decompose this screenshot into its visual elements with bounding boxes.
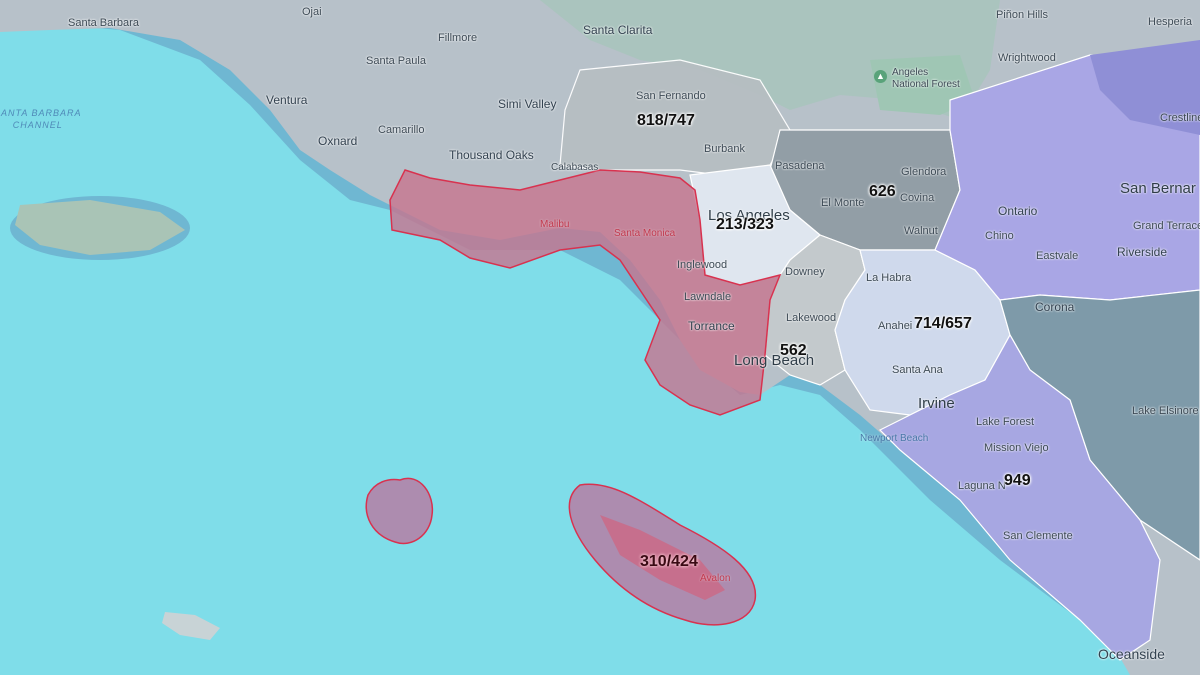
place-camarillo: Camarillo [378,124,425,136]
place-laguna-niguel: Laguna N [958,480,1006,492]
place-grand-terrace: Grand Terrace [1133,220,1200,232]
area-code-949[interactable]: 949 [1004,472,1031,490]
park-icon: ▲ [874,70,887,83]
place-covina: Covina [900,192,935,204]
area-code-626[interactable]: 626 [869,183,896,201]
place-thousand-oaks: Thousand Oaks [449,148,534,162]
place-san-bernardino: San Bernar [1120,180,1196,197]
place-santa-barbara: Santa Barbara [68,17,139,29]
place-torrance: Torrance [688,319,735,333]
map-svg [0,0,1200,675]
place-pinon-hills: Piñon Hills [996,9,1048,21]
place-lakewood: Lakewood [786,312,837,324]
place-santa-ana: Santa Ana [892,364,943,376]
area-code-714-657[interactable]: 714/657 [914,315,972,333]
place-mission-viejo: Mission Viejo [984,442,1049,454]
place-la-habra: La Habra [866,272,912,284]
place-corona: Corona [1035,300,1075,314]
place-lawndale: Lawndale [684,291,732,303]
place-downey: Downey [785,266,825,278]
place-burbank: Burbank [704,143,745,155]
place-santa-paula: Santa Paula [366,55,426,67]
place-santa-barbara-channel: SANTA BARBARA CHANNEL [0,108,82,130]
place-newport-beach: Newport Beach [860,433,929,444]
place-santa-clarita: Santa Clarita [583,23,653,37]
place-san-fernando: San Fernando [636,90,706,102]
place-irvine: Irvine [918,395,955,412]
place-oxnard: Oxnard [318,134,358,148]
place-wrightwood: Wrightwood [998,52,1056,64]
area-code-818-747[interactable]: 818/747 [637,112,695,130]
place-malibu: Malibu [540,219,570,230]
place-oceanside: Oceanside [1098,646,1165,662]
place-chino: Chino [985,230,1014,242]
place-santa-monica: Santa Monica [614,228,676,239]
place-angeles-nf: Angeles National Forest [892,67,960,90]
place-glendora: Glendora [901,166,947,178]
area-code-562[interactable]: 562 [780,342,807,360]
place-ventura: Ventura [266,93,308,107]
place-eastvale: Eastvale [1036,250,1079,262]
place-inglewood: Inglewood [677,259,728,271]
place-fillmore: Fillmore [438,32,478,44]
place-anaheim: Anahei [878,320,913,332]
place-walnut: Walnut [904,225,938,237]
place-ojai: Ojai [302,6,322,18]
place-el-monte: El Monte [821,197,865,209]
map-canvas[interactable]: Santa Barbara Ojai Piñon Hills Hesperia … [0,0,1200,675]
place-lake-forest: Lake Forest [976,416,1035,428]
place-avalon: Avalon [700,573,731,584]
area-code-310-424[interactable]: 310/424 [640,553,698,571]
place-riverside: Riverside [1117,245,1168,259]
place-lake-elsinore: Lake Elsinore [1132,405,1199,417]
place-san-clemente: San Clemente [1003,530,1073,542]
place-simi-valley: Simi Valley [498,97,557,111]
place-calabasas: Calabasas [551,162,599,173]
place-pasadena: Pasadena [775,160,825,172]
place-hesperia: Hesperia [1148,16,1193,28]
place-crestline: Crestline [1160,112,1200,124]
area-code-213-323[interactable]: 213/323 [716,216,774,234]
place-ontario: Ontario [998,204,1038,218]
